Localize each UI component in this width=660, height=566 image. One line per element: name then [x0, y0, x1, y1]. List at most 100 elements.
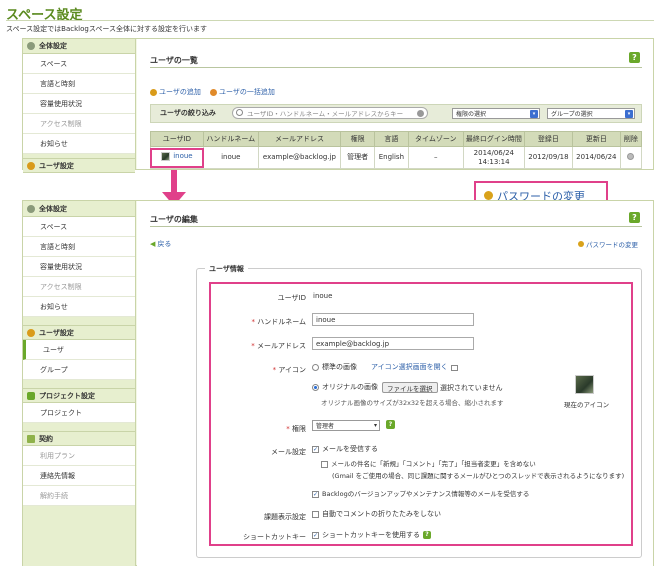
col-delete: 削除 [619, 131, 643, 147]
user-icon [27, 161, 35, 170]
external-window-icon [450, 364, 458, 371]
sidebar-item-access[interactable]: アクセス制限 [23, 114, 135, 134]
role-select[interactable]: 管理者 ▾ [312, 420, 380, 431]
sidebar-item-access[interactable]: アクセス制限 [23, 277, 135, 297]
arrow-down-icon [171, 170, 177, 194]
gear-icon [27, 204, 35, 213]
mail-backlog-checkbox[interactable]: ✓ [312, 491, 319, 498]
delete-icon[interactable] [627, 152, 635, 160]
sidebar-section-general: 全体設定 [23, 39, 135, 54]
shortcut-label: ショートカットキー [243, 533, 306, 541]
user-list-title-divider [150, 67, 642, 68]
file-select-button[interactable]: ファイルを選択 [382, 382, 438, 393]
email-label: * メールアドレス [251, 342, 306, 350]
cell-updated: 2014/06/24 [571, 146, 621, 169]
email-input[interactable]: example@backlog.jp [312, 337, 474, 350]
sidebar-item-language-time[interactable]: 言語と時刻 [23, 237, 135, 257]
select-arrow-icon: ▾ [625, 110, 633, 118]
mail-subject-option[interactable]: メールの件名に「新規」「コメント」「完了」「担当者変更」を含めない [321, 461, 536, 468]
col-handle[interactable]: ハンドルネーム [202, 131, 259, 147]
mail-label: メール設定 [271, 448, 306, 456]
sidebar-section-user: ユーザ設定 [23, 158, 135, 173]
sidebar-item-cancel[interactable]: 解約手続 [23, 486, 135, 506]
handle-input[interactable]: inoue [312, 313, 474, 326]
sidebar-section-general: 全体設定 [23, 201, 135, 217]
password-change-link[interactable]: パスワードの変更 [578, 239, 638, 249]
clear-icon[interactable] [417, 110, 424, 117]
table-header-row: ユーザID ハンドルネーム メールアドレス 権限 言語 タイムゾーン 最終ログイ… [150, 131, 643, 147]
role-help-icon[interactable]: ? [386, 420, 395, 429]
header-divider [6, 20, 654, 21]
col-registered[interactable]: 登録日 [523, 131, 573, 147]
sidebar-item-user[interactable]: ユーザ [23, 340, 135, 360]
page-description: スペース設定ではBacklogスペース全体に対する設定を行います [6, 25, 207, 33]
sidebar-item-news[interactable]: お知らせ [23, 297, 135, 317]
highlight-user-id [150, 148, 204, 168]
user-edit-title-divider [150, 226, 642, 227]
sidebar-item-storage[interactable]: 容量使用状況 [23, 94, 135, 114]
sidebar-item-news[interactable]: お知らせ [23, 134, 135, 154]
sidebar-item-space[interactable]: スペース [23, 217, 135, 237]
shortcut-help-icon[interactable]: ? [423, 531, 431, 539]
contract-icon [27, 434, 35, 443]
sidebar-item-space[interactable]: スペース [23, 54, 135, 74]
shortcut-checkbox[interactable]: ✓ [312, 531, 319, 539]
help-icon[interactable]: ? [629, 212, 640, 223]
help-icon[interactable]: ? [629, 52, 640, 63]
role-select[interactable]: 権限の選択 ▾ [452, 108, 540, 119]
back-link[interactable]: ◀ 戻る [150, 239, 171, 249]
issue-display-label: 課題表示設定 [264, 513, 306, 521]
cell-role: 管理者 [340, 146, 375, 169]
col-updated[interactable]: 更新日 [571, 131, 621, 147]
handle-label: * ハンドルネーム [251, 318, 306, 326]
back-arrow-icon: ◀ [150, 240, 156, 248]
icon-original-option[interactable]: オリジナルの画像 [312, 384, 378, 391]
col-last-login[interactable]: 最終ログイン時間 [462, 131, 525, 147]
mail-backlog-option[interactable]: ✓ Backlogのバージョンアップやメンテナンス情報等のメールを受信する [312, 491, 529, 498]
icon-select-link[interactable]: アイコン選択画面を開く [371, 364, 458, 371]
icon-standard-radio[interactable] [312, 364, 319, 371]
bulk-add-user-icon [210, 88, 217, 96]
cell-registered: 2012/09/18 [523, 146, 573, 169]
sidebar-item-language-time[interactable]: 言語と時刻 [23, 74, 135, 94]
cell-delete[interactable] [619, 146, 643, 169]
col-email[interactable]: メールアドレス [257, 131, 342, 147]
cell-timezone: – [407, 146, 464, 169]
col-user-id[interactable]: ユーザID [150, 131, 204, 147]
table-row: inoue inoue example@backlog.jp 管理者 Engli… [150, 146, 643, 169]
col-timezone[interactable]: タイムゾーン [407, 131, 464, 147]
icon-standard-option[interactable]: 標準の画像 [312, 364, 357, 371]
search-icon [236, 109, 243, 116]
sidebar-item-storage[interactable]: 容量使用状況 [23, 257, 135, 277]
issue-display-option[interactable]: 自動でコメントの折りたたみをしない [312, 511, 441, 518]
mail-receive-option[interactable]: ✓ メールを受信する [312, 446, 378, 453]
sidebar-item-contact[interactable]: 連絡先情報 [23, 466, 135, 486]
top-sidebar: 全体設定 スペース 言語と時刻 容量使用状況 アクセス制限 お知らせ ユーザ設定 [23, 39, 136, 173]
search-input[interactable]: ユーザID・ハンドルネーム・メールアドレスからキー [232, 107, 428, 119]
col-role[interactable]: 権限 [340, 131, 375, 147]
user-table: ユーザID ハンドルネーム メールアドレス 権限 言語 タイムゾーン 最終ログイ… [150, 131, 643, 169]
bulk-add-user-link[interactable]: ユーザの一括追加 [210, 87, 275, 97]
sidebar-item-plan[interactable]: 利用プラン [23, 446, 135, 466]
sidebar-section-user: ユーザ設定 [23, 325, 135, 340]
issue-display-checkbox[interactable] [312, 511, 319, 518]
mail-subject-checkbox[interactable] [321, 461, 328, 468]
select-arrow-icon: ▾ [373, 422, 377, 429]
add-user-link[interactable]: ユーザの追加 [150, 87, 201, 97]
group-select[interactable]: グループの選択 ▾ [547, 108, 635, 119]
cell-language: English [373, 146, 409, 169]
add-user-icon [150, 88, 157, 96]
icon-original-radio[interactable] [312, 384, 319, 391]
current-icon-label: 現在のアイコン [564, 401, 610, 409]
shortcut-option[interactable]: ✓ ショートカットキーを使用する ? [312, 531, 431, 539]
col-language[interactable]: 言語 [373, 131, 409, 147]
select-arrow-icon: ▾ [530, 110, 538, 118]
sidebar-section-project: プロジェクト設定 [23, 388, 135, 403]
sidebar-item-group[interactable]: グループ [23, 360, 135, 380]
mail-receive-checkbox[interactable]: ✓ [312, 446, 319, 453]
user-edit-title: ユーザの編集 [150, 215, 198, 224]
filter-label: ユーザの絞り込み [160, 109, 216, 117]
lightbulb-icon [484, 191, 493, 200]
sidebar-item-project[interactable]: プロジェクト [23, 403, 135, 423]
file-status: 選択されていません [440, 384, 503, 392]
